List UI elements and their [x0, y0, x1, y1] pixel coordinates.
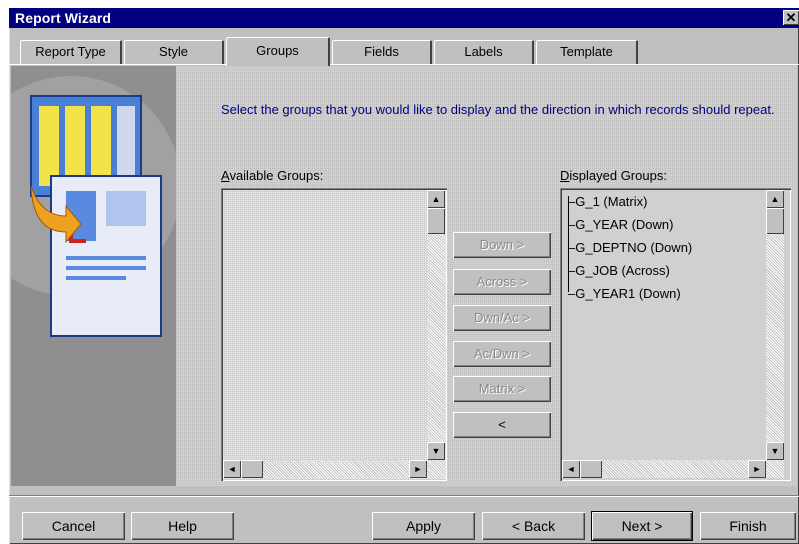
hscroll-thumb[interactable] [241, 460, 263, 478]
tab-labels[interactable]: Labels [434, 40, 534, 64]
scroll-right-icon[interactable]: ► [748, 460, 766, 478]
next-button[interactable]: Next > [592, 512, 692, 540]
scroll-right-icon[interactable]: ► [409, 460, 427, 478]
down-across-button[interactable]: Dwn/Ac > [453, 305, 551, 331]
tab-template[interactable]: Template [536, 40, 638, 64]
scroll-thumb[interactable] [766, 208, 784, 234]
tab-style[interactable]: Style [124, 40, 224, 64]
tab-fields[interactable]: Fields [332, 40, 432, 64]
list-item[interactable]: –G_YEAR1 (Down) [568, 286, 681, 301]
tab-groups[interactable]: Groups [226, 37, 330, 66]
scroll-left-icon[interactable]: ◄ [223, 460, 241, 478]
tab-divider [9, 64, 799, 65]
available-hscrollbar[interactable]: ◄ ► [223, 460, 445, 478]
list-item[interactable]: –G_YEAR (Down) [568, 217, 673, 232]
matrix-button[interactable]: Matrix > [453, 376, 551, 402]
apply-button[interactable]: Apply [372, 512, 475, 540]
across-down-button[interactable]: Ac/Dwn > [453, 341, 551, 367]
list-item[interactable]: –G_JOB (Across) [568, 263, 670, 278]
scroll-down-icon[interactable]: ▼ [427, 442, 445, 460]
window-title: Report Wizard [15, 10, 112, 26]
scroll-up-icon[interactable]: ▲ [427, 190, 445, 208]
report-wizard-illustration [0, 66, 181, 486]
title-bar: Report Wizard ✕ [9, 8, 799, 28]
available-groups-label: Available Groups: [221, 168, 324, 183]
finish-button[interactable]: Finish [700, 512, 796, 540]
down-button[interactable]: Down > [453, 232, 551, 258]
list-item[interactable]: –G_1 (Matrix) [568, 194, 647, 209]
scroll-down-icon[interactable]: ▼ [766, 442, 784, 460]
help-button[interactable]: Help [131, 512, 234, 540]
available-groups-list[interactable] [221, 188, 447, 481]
report-illustration-icon [0, 66, 181, 486]
displayed-groups-label: Displayed Groups: [560, 168, 667, 183]
scroll-up-icon[interactable]: ▲ [766, 190, 784, 208]
displayed-hscrollbar[interactable]: ◄ ► [562, 460, 784, 478]
scroll-thumb[interactable] [427, 208, 445, 234]
list-item[interactable]: –G_DEPTNO (Down) [568, 240, 692, 255]
scroll-left-icon[interactable]: ◄ [562, 460, 580, 478]
footer-divider-highlight [9, 496, 799, 497]
close-icon[interactable]: ✕ [783, 10, 799, 25]
available-vscrollbar[interactable]: ▲ ▼ [427, 190, 445, 460]
instructions-text: Select the groups that you would like to… [221, 102, 775, 117]
cancel-button[interactable]: Cancel [22, 512, 125, 540]
across-button[interactable]: Across > [453, 269, 551, 295]
hscroll-thumb[interactable] [580, 460, 602, 478]
remove-button[interactable]: < [453, 412, 551, 438]
back-button[interactable]: < Back [482, 512, 585, 540]
displayed-vscrollbar[interactable]: ▲ ▼ [766, 190, 784, 460]
tab-report-type[interactable]: Report Type [20, 40, 122, 64]
